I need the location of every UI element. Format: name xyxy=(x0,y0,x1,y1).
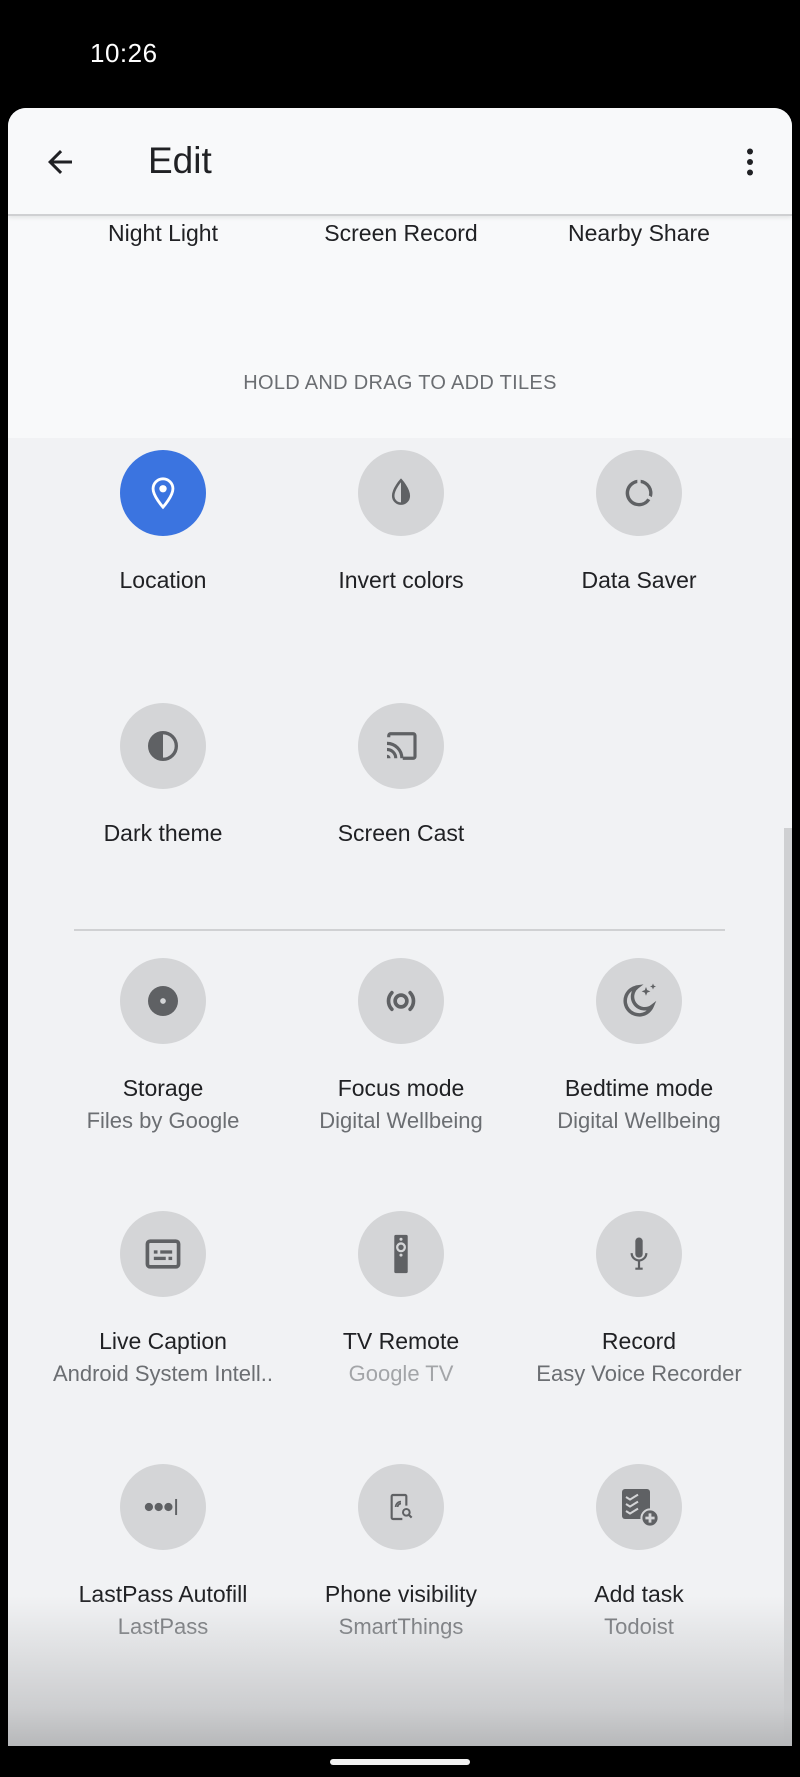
current-tile-night-light[interactable]: Night Light xyxy=(44,220,282,247)
tile-storage[interactable]: Storage Files by Google xyxy=(44,958,282,1211)
tile-add-task[interactable]: Add task Todoist xyxy=(520,1464,758,1717)
current-tiles-area xyxy=(8,216,792,438)
dark-theme-icon xyxy=(143,726,183,766)
tv-remote-icon xyxy=(378,1231,424,1277)
tile-focus-mode[interactable]: Focus mode Digital Wellbeing xyxy=(282,958,520,1211)
tile-screen-cast[interactable]: Screen Cast xyxy=(282,703,520,956)
bedtime-moon-icon xyxy=(618,980,660,1022)
third-party-tiles-grid: Storage Files by Google Focus mode Digit… xyxy=(44,958,758,1717)
section-divider xyxy=(74,929,725,931)
current-tile-screen-record[interactable]: Screen Record xyxy=(282,220,520,247)
navigation-bar xyxy=(0,1746,800,1777)
tile-lastpass-autofill[interactable]: LastPass Autofill LastPass xyxy=(44,1464,282,1717)
status-time: 10:26 xyxy=(90,38,158,68)
tile-bedtime-mode[interactable]: Bedtime mode Digital Wellbeing xyxy=(520,958,758,1211)
tile-phone-visibility[interactable]: Phone visibility SmartThings xyxy=(282,1464,520,1717)
phone-search-icon xyxy=(385,1491,417,1523)
location-pin-icon xyxy=(146,476,180,510)
live-caption-icon xyxy=(141,1232,185,1276)
drag-hint: HOLD AND DRAG TO ADD TILES xyxy=(243,372,557,394)
add-task-icon xyxy=(615,1483,663,1531)
tile-live-caption[interactable]: Live Caption Android System Intell.. xyxy=(44,1211,282,1464)
current-tile-nearby-share[interactable]: Nearby Share xyxy=(520,220,758,247)
password-dots-icon xyxy=(137,1481,189,1533)
invert-colors-icon xyxy=(384,476,418,510)
tile-location[interactable]: Location xyxy=(44,450,282,703)
page-title: Edit xyxy=(148,140,212,181)
microphone-icon xyxy=(617,1232,661,1276)
status-bar: 10:26 xyxy=(0,0,800,108)
focus-mode-icon xyxy=(379,979,423,1023)
tile-invert-colors[interactable]: Invert colors xyxy=(282,450,520,703)
edit-tiles-sheet: Edit Night Light Screen Record Nearby Sh… xyxy=(8,108,792,1746)
tile-tv-remote[interactable]: TV Remote Google TV xyxy=(282,1211,520,1464)
scrollbar[interactable] xyxy=(784,828,792,1746)
current-tiles-row: Night Light Screen Record Nearby Share xyxy=(8,220,792,247)
available-tiles-grid: Location Invert colors Data Saver Dark t… xyxy=(44,450,758,956)
storage-disc-icon xyxy=(143,981,183,1021)
data-saver-icon xyxy=(619,473,659,513)
more-options-button[interactable] xyxy=(726,138,774,186)
top-app-bar: Edit xyxy=(8,108,792,216)
back-button[interactable] xyxy=(36,138,84,186)
tile-record[interactable]: Record Easy Voice Recorder xyxy=(520,1211,758,1464)
tile-dark-theme[interactable]: Dark theme xyxy=(44,703,282,956)
more-vert-icon xyxy=(732,144,768,180)
arrow-back-icon xyxy=(42,144,78,180)
tile-data-saver[interactable]: Data Saver xyxy=(520,450,758,703)
home-gesture-handle[interactable] xyxy=(330,1759,470,1765)
cast-icon xyxy=(380,725,422,767)
